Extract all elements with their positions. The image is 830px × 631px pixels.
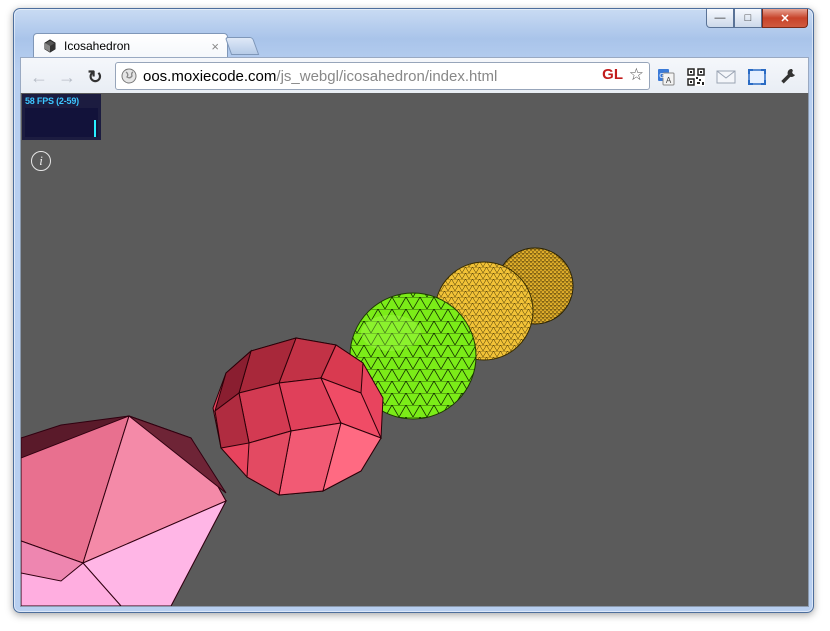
webgl-canvas[interactable]: 58 FPS (2-59) i bbox=[20, 93, 809, 607]
url-path: /js_webgl/icosahedron/index.html bbox=[276, 67, 498, 85]
fullscreen-icon[interactable] bbox=[747, 67, 767, 87]
tab-close-icon[interactable]: × bbox=[211, 39, 219, 54]
url-text: oos.moxiecode.com/js_webgl/icosahedron/i… bbox=[143, 68, 497, 85]
browser-window: — □ ✕ Icosahedron × ← → ↻ oos.moxiecode.… bbox=[13, 8, 814, 613]
close-button[interactable]: ✕ bbox=[762, 9, 808, 28]
fps-graph bbox=[25, 108, 98, 137]
svg-text:G: G bbox=[659, 73, 664, 80]
mail-icon[interactable] bbox=[716, 67, 736, 87]
reload-button[interactable]: ↻ bbox=[85, 67, 105, 87]
pink-icosahedron bbox=[21, 415, 228, 606]
qr-code-icon[interactable] bbox=[686, 67, 706, 87]
wrench-icon[interactable] bbox=[778, 67, 798, 87]
webgl-indicator[interactable]: GL bbox=[602, 66, 623, 83]
info-icon[interactable]: i bbox=[31, 151, 51, 171]
tab-icosahedron[interactable]: Icosahedron × bbox=[33, 33, 228, 58]
3d-scene bbox=[21, 247, 574, 606]
bookmark-star-icon[interactable]: ☆ bbox=[629, 65, 644, 85]
cube-favicon-icon bbox=[44, 39, 56, 53]
globe-icon bbox=[121, 68, 137, 84]
caption-buttons: — □ ✕ bbox=[706, 9, 808, 29]
forward-button[interactable]: → bbox=[57, 67, 77, 87]
svg-text:A: A bbox=[666, 76, 672, 85]
toolbar: ← → ↻ oos.moxiecode.com/js_webgl/icosahe… bbox=[20, 57, 809, 94]
address-bar[interactable]: oos.moxiecode.com/js_webgl/icosahedron/i… bbox=[115, 62, 650, 90]
tab-title: Icosahedron bbox=[64, 39, 131, 53]
translate-icon[interactable]: A G bbox=[656, 67, 676, 87]
fps-graph-bar bbox=[94, 120, 96, 137]
fps-text: 58 FPS (2-59) bbox=[25, 96, 79, 106]
red-polyhedron bbox=[212, 337, 384, 496]
new-tab-button[interactable] bbox=[224, 37, 260, 55]
fps-stats-panel[interactable]: 58 FPS (2-59) bbox=[22, 94, 101, 140]
minimize-button[interactable]: — bbox=[706, 9, 734, 28]
url-host: oos.moxiecode.com bbox=[143, 67, 277, 85]
maximize-button[interactable]: □ bbox=[734, 9, 762, 28]
back-button[interactable]: ← bbox=[29, 67, 49, 87]
